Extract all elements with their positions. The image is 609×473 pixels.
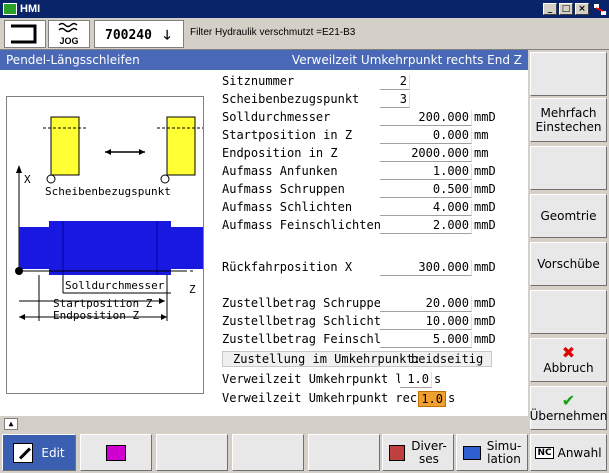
horizontal-softkeys: Edit Diver- ses Simu- lation NC Anwahl (0, 432, 609, 473)
seat-number-input[interactable]: 2 (380, 74, 410, 90)
nc-icon: NC (535, 446, 554, 459)
minimize-button[interactable]: _ (543, 3, 557, 15)
status-header: JOG 700240 🡓 Filter Hydraulik verschmutz… (0, 18, 609, 50)
allowance-spark-input[interactable]: 1.000 (380, 164, 472, 180)
return-button[interactable] (4, 20, 46, 48)
start-z-input[interactable]: 0.000 (380, 128, 472, 144)
simulation-button[interactable]: Simu- lation (456, 434, 528, 471)
infeed-mode-label: Zustellung im Umkehrpunkt: (233, 352, 421, 366)
close-button[interactable]: × (575, 3, 589, 15)
mode-indicator: JOG (48, 20, 90, 48)
return-arrow-icon (11, 24, 37, 44)
checkmark-icon: ✔ (561, 391, 576, 410)
help-graphic: X Scheibenbezugspunkt Solldurchmesser Z … (6, 96, 204, 394)
multi-plunge-button[interactable]: Mehrfach Einstechen (530, 98, 607, 142)
diverses-button[interactable]: Diver- ses (382, 434, 454, 471)
softkey-blank-3[interactable] (308, 434, 380, 471)
softkey-1[interactable] (530, 52, 607, 96)
softkey-6[interactable] (530, 290, 607, 334)
window-titlebar: HMI _ □ × (0, 0, 609, 18)
window-title: HMI (20, 3, 41, 15)
allowance-finish-input[interactable]: 4.000 (380, 200, 472, 216)
wheel-ref-input[interactable]: 3 (380, 92, 410, 108)
grinding-wheel-right (166, 116, 196, 176)
simulation-icon (462, 445, 481, 460)
softkey-blank-1[interactable] (156, 434, 228, 471)
retract-x-input[interactable]: 300.000 (380, 260, 472, 276)
geometry-button[interactable]: Geomtrie (530, 194, 607, 238)
ref-point-label: Scheibenbezugspunkt (45, 185, 171, 198)
infeed-mode-value: beidseitig (411, 352, 484, 366)
infeed-fine-input[interactable]: 5.000 (380, 332, 472, 348)
grinding-diagram: X Scheibenbezugspunkt Solldurchmesser Z … (15, 116, 203, 322)
cancel-button[interactable]: ✖ Abbruch (530, 338, 607, 382)
jog-wave-icon (58, 22, 78, 33)
target-diameter-input[interactable]: 200.000 (380, 110, 472, 126)
hmi-app-icon (3, 3, 17, 15)
grinding-wheel-left (50, 116, 80, 176)
softkey-blank-2[interactable] (232, 434, 304, 471)
maximize-button[interactable]: □ (559, 3, 573, 15)
axis-z-label: Z (189, 283, 196, 296)
graphic-view-button[interactable] (80, 434, 152, 471)
softkey-3[interactable] (530, 146, 607, 190)
allowance-rough-input[interactable]: 0.500 (380, 182, 472, 198)
allowance-fine-input[interactable]: 2.000 (380, 218, 472, 234)
cancel-x-icon: ✖ (561, 343, 576, 362)
axis-x-label: X (24, 173, 31, 186)
arrow-down-icon: 🡓 (163, 28, 171, 43)
end-label: Endposition Z (53, 309, 139, 322)
mode-label: JOG (59, 36, 79, 46)
vertical-softkeys: Mehrfach Einstechen Geomtrie Vorschübe ✖… (528, 50, 609, 434)
field-help-title: Verweilzeit Umkehrpunkt rechts End Z (291, 53, 522, 67)
parameter-panel: X Scheibenbezugspunkt Solldurchmesser Z … (0, 70, 528, 416)
accept-button[interactable]: ✔ Übernehmen (530, 386, 607, 430)
feedrates-button[interactable]: Vorschübe (530, 242, 607, 286)
program-number: 700240 (105, 28, 152, 43)
diameter-label: Solldurchmesser (65, 279, 165, 292)
tools-icon (389, 444, 406, 461)
alarm-message: Filter Hydraulik verschmutzt =E21-B3 (190, 27, 356, 38)
infeed-mode-select[interactable]: Zustellung im Umkehrpunkt: beidseitig (222, 351, 492, 367)
end-z-input[interactable]: 2000.000 (380, 146, 472, 162)
dialog-header: Pendel-Längsschleifen Verweilzeit Umkehr… (0, 50, 528, 70)
dwell-left-input[interactable]: 1.0 (400, 372, 432, 388)
nc-select-button[interactable]: NC Anwahl (530, 434, 607, 471)
edit-pencil-icon (13, 442, 34, 463)
program-field[interactable]: 700240 🡓 (94, 20, 184, 48)
dwell-right-input[interactable]: 1.0 (418, 391, 446, 407)
scroll-bar: ▲ (0, 416, 528, 432)
infeed-finish-input[interactable]: 10.000 (380, 314, 472, 330)
flag-icon (106, 444, 126, 461)
network-icon (594, 4, 606, 15)
cycle-title: Pendel-Längsschleifen (6, 53, 140, 67)
scroll-up-button[interactable]: ▲ (4, 418, 18, 430)
infeed-rough-input[interactable]: 20.000 (380, 296, 472, 312)
edit-button[interactable]: Edit (2, 434, 76, 471)
